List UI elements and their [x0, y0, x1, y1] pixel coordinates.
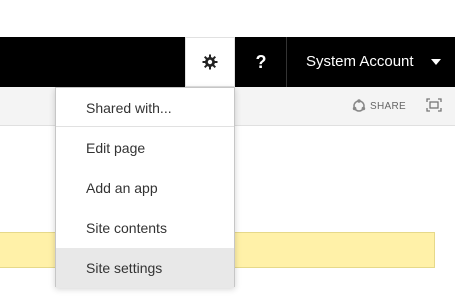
focus-on-content-icon[interactable] [426, 98, 442, 112]
account-menu[interactable]: System Account [306, 53, 414, 70]
settings-button[interactable] [185, 37, 235, 87]
share-label: SHARE [370, 100, 406, 112]
help-button[interactable]: ? [237, 37, 285, 87]
caret-down-icon[interactable] [431, 59, 441, 65]
menu-item-edit-page[interactable]: Edit page [56, 128, 234, 168]
topbar-divider [286, 37, 287, 87]
menu-item-site-contents[interactable]: Site contents [56, 208, 234, 248]
help-icon: ? [255, 51, 267, 72]
menu-item-site-settings[interactable]: Site settings [56, 248, 234, 288]
gear-icon [202, 54, 218, 70]
menu-item-add-an-app[interactable]: Add an app [56, 168, 234, 208]
menu-item-shared-with[interactable]: Shared with... [56, 88, 234, 128]
share-icon [352, 99, 366, 112]
share-button[interactable]: SHARE [352, 99, 406, 113]
settings-menu: Shared with... Edit page Add an app Site… [55, 87, 235, 288]
menu-divider [56, 126, 234, 127]
